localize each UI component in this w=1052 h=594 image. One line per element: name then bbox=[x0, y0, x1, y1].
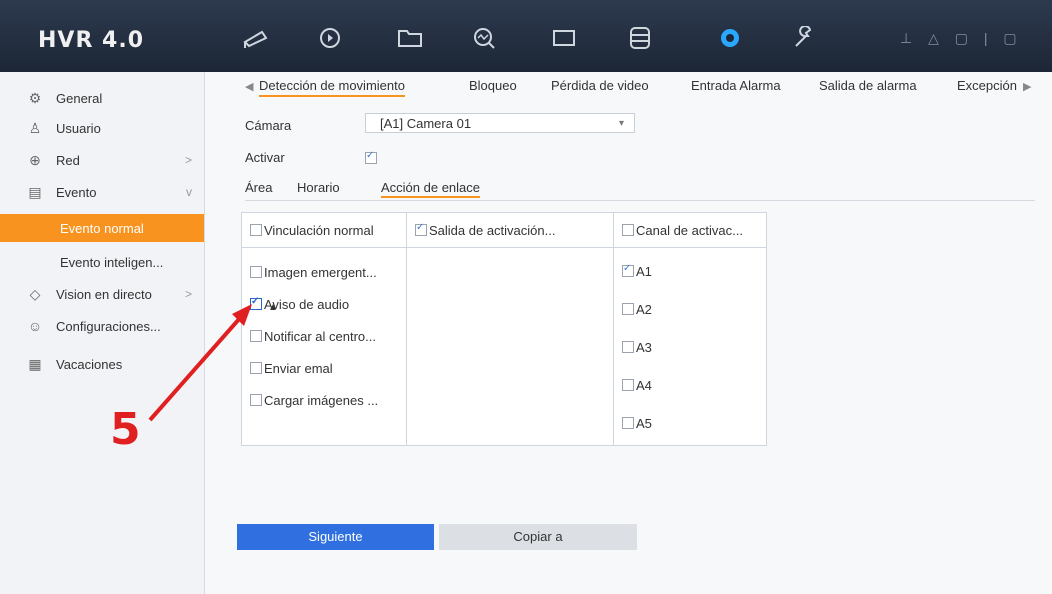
annotation-step-number: 5 bbox=[110, 404, 141, 455]
annotation-arrow bbox=[148, 304, 252, 422]
mouse-cursor-icon: ▲ bbox=[268, 302, 278, 313]
